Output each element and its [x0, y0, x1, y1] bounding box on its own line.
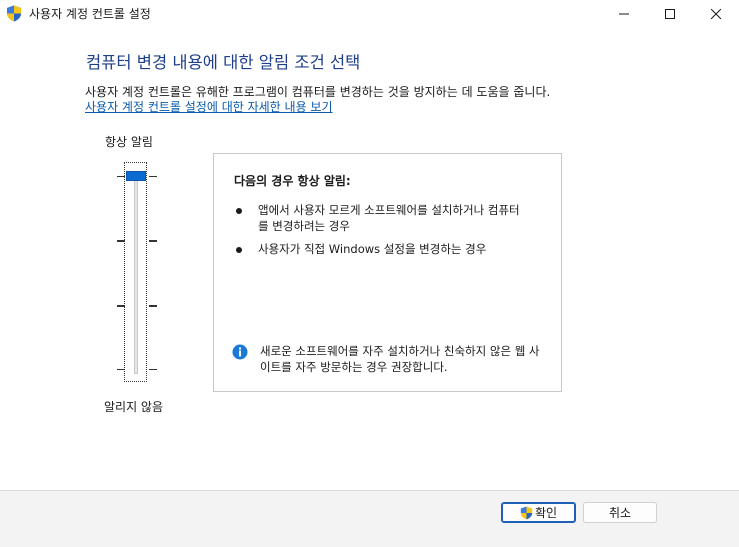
title-bar[interactable]: 사용자 계정 컨트롤 설정 [0, 0, 739, 28]
maximize-icon [665, 9, 675, 19]
info-panel: 다음의 경우 항상 알림: 앱에서 사용자 모르게 소프트웨어를 설치하거나 컴… [213, 153, 562, 392]
maximize-button[interactable] [647, 0, 693, 28]
recommendation-note: 새로운 소프트웨어를 자주 설치하거나 친숙하지 않은 웹 사이트를 자주 방문… [260, 344, 540, 374]
slider-tick [117, 369, 125, 370]
notification-level-slider[interactable] [117, 161, 157, 383]
window-title: 사용자 계정 컨트롤 설정 [29, 7, 151, 21]
info-icon [232, 344, 248, 360]
slider-tick [149, 240, 157, 242]
minimize-button[interactable] [601, 0, 647, 28]
ok-button-label: 확인 [534, 506, 558, 520]
slider-tick [149, 369, 157, 370]
slider-tick [149, 305, 157, 307]
minimize-icon [619, 13, 629, 15]
slider-tick [117, 176, 125, 177]
bullet-dot [236, 208, 242, 214]
page-title: 컴퓨터 변경 내용에 대한 알림 조건 선택 [86, 53, 361, 72]
info-title: 다음의 경우 항상 알림: [234, 174, 351, 188]
cancel-button[interactable]: 취소 [583, 502, 657, 523]
close-icon [711, 9, 721, 19]
slider-tick [149, 176, 157, 177]
cancel-button-label: 취소 [608, 506, 632, 520]
ok-button[interactable]: 확인 [501, 502, 576, 523]
slider-track[interactable] [134, 173, 138, 374]
help-link[interactable]: 사용자 계정 컨트롤 설정에 대한 자세한 내용 보기 [85, 98, 333, 115]
info-bullet-1: 앱에서 사용자 모르게 소프트웨어를 설치하거나 컴퓨터를 변경하려는 경우 [258, 203, 520, 233]
info-bullet-2: 사용자가 직접 Windows 설정을 변경하는 경우 [258, 242, 487, 256]
bullet-dot [236, 247, 242, 253]
slider-bottom-label: 알리지 않음 [104, 400, 164, 414]
slider-tick [117, 240, 125, 242]
slider-tick [117, 305, 125, 307]
slider-top-label: 항상 알림 [105, 135, 153, 149]
close-button[interactable] [693, 0, 739, 28]
slider-thumb[interactable] [126, 171, 146, 181]
button-bar: 확인 취소 [0, 490, 739, 547]
uac-shield-icon [520, 506, 533, 519]
uac-shield-icon [7, 5, 21, 22]
